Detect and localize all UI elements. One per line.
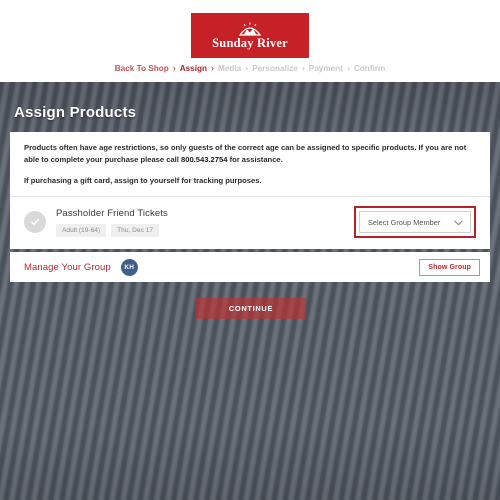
- breadcrumb-separator: ›: [211, 63, 215, 73]
- instructions-block: Products often have age restrictions, so…: [10, 142, 490, 186]
- logo-text: Sunday River: [212, 35, 288, 50]
- support-phone-number[interactable]: 800.543.2754: [181, 155, 227, 164]
- page-title: Assign Products: [14, 104, 137, 121]
- avatar[interactable]: KH: [120, 258, 138, 276]
- continue-button[interactable]: CONTINUE: [196, 298, 306, 319]
- group-member-select[interactable]: Select Group Member: [359, 211, 471, 234]
- breadcrumb-item-assign[interactable]: Assign: [179, 64, 208, 73]
- breadcrumb-item-media[interactable]: Media: [217, 64, 242, 73]
- breadcrumb-item-back-to-shop[interactable]: Back To Shop: [114, 64, 170, 73]
- product-tag-date: Thu, Dec 17: [111, 223, 160, 237]
- product-assignment-row: Passholder Friend Tickets Adult (19-64) …: [10, 197, 490, 249]
- product-info: Passholder Friend Tickets Adult (19-64) …: [56, 208, 354, 237]
- instructions-paragraph-2: If purchasing a gift card, assign to you…: [24, 175, 262, 185]
- breadcrumb-item-payment[interactable]: Payment: [308, 64, 344, 73]
- instructions-text-suffix: for assistance.: [227, 154, 283, 164]
- product-name: Passholder Friend Tickets: [56, 207, 168, 219]
- member-select-highlight: Select Group Member: [354, 206, 476, 239]
- breadcrumb-item-confirm[interactable]: Confirm: [353, 64, 386, 73]
- sun-mountain-icon: [237, 22, 263, 36]
- page-root: Sunday River Back To Shop › Assign › Med…: [0, 0, 500, 500]
- breadcrumb-separator: ›: [346, 63, 350, 73]
- breadcrumb-item-personalize[interactable]: Personalize: [251, 64, 299, 73]
- sunday-river-logo[interactable]: Sunday River: [191, 13, 309, 58]
- site-header: Sunday River Back To Shop › Assign › Med…: [0, 0, 500, 82]
- breadcrumb-separator: ›: [301, 63, 305, 73]
- group-member-select-value: Select Group Member: [368, 217, 441, 227]
- assign-products-card: Products often have age restrictions, so…: [10, 132, 490, 250]
- show-group-button[interactable]: Show Group: [419, 258, 480, 276]
- breadcrumb-separator: ›: [172, 63, 176, 73]
- product-tags: Adult (19-64) Thu, Dec 17: [56, 223, 354, 237]
- check-circle-icon: [24, 211, 46, 234]
- breadcrumb-separator: ›: [245, 63, 249, 73]
- breadcrumb: Back To Shop › Assign › Media › Personal…: [0, 63, 500, 73]
- chevron-down-icon: [454, 213, 463, 231]
- instructions-paragraph-1: Products often have age restrictions, so…: [24, 142, 476, 166]
- product-tag-age: Adult (19-64): [56, 223, 107, 237]
- manage-group-title[interactable]: Manage Your Group: [24, 262, 111, 273]
- manage-group-card: Manage Your Group KH Show Group: [10, 252, 490, 282]
